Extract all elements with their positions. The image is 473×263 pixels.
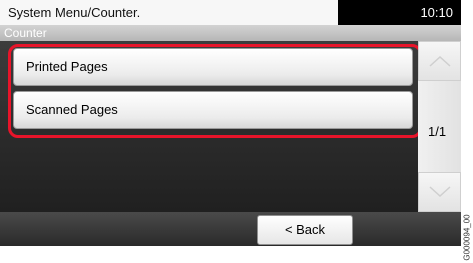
page-title: System Menu/Counter. [8, 5, 141, 20]
page-indicator: 1/1 [428, 124, 447, 139]
bottom-bar: < Back [0, 212, 461, 246]
chevron-down-icon [429, 186, 451, 198]
title-area: System Menu/Counter. [0, 0, 338, 25]
figure-code: G000094_00 [461, 212, 473, 263]
title-bar: System Menu/Counter. 10:10 [0, 0, 461, 25]
back-button[interactable]: < Back [257, 215, 353, 245]
device-screen: System Menu/Counter. 10:10 Counter Print… [0, 0, 461, 246]
chevron-up-icon [429, 55, 451, 67]
scroll-panel: 1/1 [418, 41, 461, 212]
scroll-up-button[interactable] [418, 41, 461, 81]
back-button-label: < Back [284, 222, 326, 237]
printed-pages-label: Printed Pages [26, 59, 108, 74]
scanned-pages-label: Scanned Pages [26, 102, 118, 117]
clock: 10:10 [420, 5, 453, 20]
sub-header-title: Counter [4, 26, 47, 40]
figure-code-text: G000094_00 [462, 214, 472, 261]
sub-header: Counter [0, 25, 461, 41]
scanned-pages-button[interactable]: Scanned Pages [13, 91, 413, 129]
printed-pages-button[interactable]: Printed Pages [13, 48, 413, 86]
scroll-down-button[interactable] [418, 172, 461, 212]
